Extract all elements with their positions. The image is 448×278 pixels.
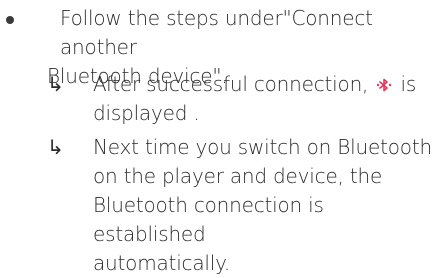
sub-item-2-line-4: automatically. bbox=[93, 251, 231, 275]
sub-item-1-before-icon: After successful connection, bbox=[93, 72, 369, 96]
sub-item-1-text: After successful connection, is displaye… bbox=[93, 70, 438, 128]
sub-item-1-line-2: displayed . bbox=[93, 101, 200, 125]
sub-item-2-line-1: Next time you switch on Bluetooth bbox=[93, 135, 432, 159]
arrow-icon: ↳ bbox=[47, 135, 64, 159]
bullet-text-line-1: Follow the steps under"Connect another bbox=[60, 6, 373, 59]
sub-item-1-after-icon: is bbox=[400, 72, 417, 96]
sub-item-2-text: Next time you switch on Bluetooth on the… bbox=[93, 133, 438, 278]
bluetooth-icon bbox=[376, 72, 392, 92]
sub-item-2-line-3: Bluetooth connection is established bbox=[93, 193, 324, 246]
bullet-marker bbox=[6, 16, 14, 24]
sub-item-1-line-1: After successful connection, is bbox=[93, 70, 438, 99]
arrow-icon: ↳ bbox=[47, 72, 64, 96]
sub-item-2-line-2: on the player and device, the bbox=[93, 164, 383, 188]
